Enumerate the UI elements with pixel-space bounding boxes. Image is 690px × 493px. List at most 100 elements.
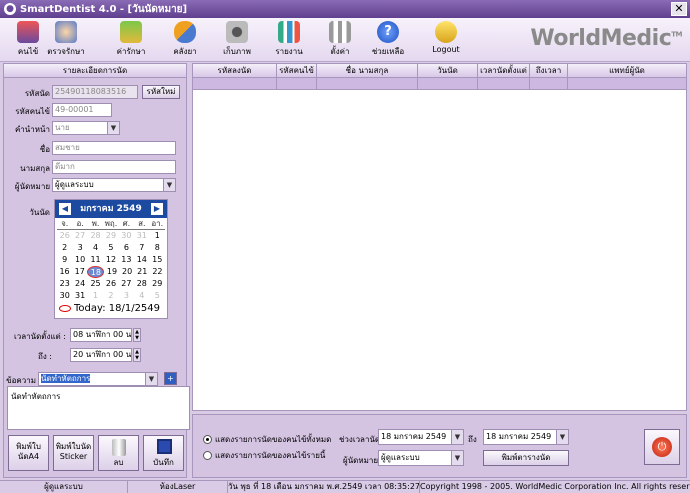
- calendar-day[interactable]: 29: [103, 230, 118, 242]
- calendar-day[interactable]: 25: [88, 278, 103, 290]
- column-header[interactable]: เวลานัดตั้งแต่: [478, 64, 530, 77]
- calendar-day[interactable]: 21: [135, 266, 150, 278]
- calendar-day[interactable]: 4: [134, 290, 149, 302]
- column-header[interactable]: แพทย์ผู้นัด: [568, 64, 686, 77]
- save-button[interactable]: บันทึก: [143, 435, 184, 471]
- calendar-day[interactable]: 2: [57, 242, 72, 254]
- calendar-day-selected[interactable]: 18: [87, 266, 105, 278]
- exit-button[interactable]: ⏻: [644, 429, 680, 465]
- next-month-button[interactable]: ▶: [151, 203, 163, 215]
- prev-month-button[interactable]: ◀: [59, 203, 71, 215]
- period-label: ช่วงเวลานัด: [339, 435, 381, 444]
- calendar[interactable]: ◀ มกราคม 2549 ▶ จ. อ. พ. พฤ. ศ. ส. อา. 2…: [54, 199, 168, 319]
- time-from-field[interactable]: 08 นาฬิกา 00 นาที: [70, 328, 132, 342]
- time-to-spinner[interactable]: ▲ ▼: [133, 348, 141, 362]
- toolbar-help-button[interactable]: ? ช่วยเหลือ: [366, 21, 410, 58]
- time-to-field[interactable]: 20 นาฬิกา 00 นาที: [70, 348, 132, 362]
- patient-id-field[interactable]: 49-00001: [52, 103, 112, 117]
- calendar-day[interactable]: 5: [150, 290, 165, 302]
- to-label: ถึง: [468, 435, 477, 444]
- toolbar-pharmacy-button[interactable]: คลังยา: [163, 21, 207, 58]
- calendar-day[interactable]: 1: [150, 230, 165, 242]
- calendar-week: 9 10 11 12 13 14 15: [57, 254, 165, 266]
- toolbar-settings-button[interactable]: ตั้งค่า: [318, 21, 362, 58]
- table-row[interactable]: [193, 78, 686, 90]
- calendar-day[interactable]: 31: [72, 290, 87, 302]
- calendar-day[interactable]: 12: [103, 254, 118, 266]
- status-datetime: วัน พุธ ที่ 18 เดือน มกราคม พ.ศ.2549 เวล…: [228, 481, 420, 493]
- calendar-day[interactable]: 8: [150, 242, 165, 254]
- calendar-day[interactable]: 26: [57, 230, 72, 242]
- today-link[interactable]: Today: 18/1/2549: [55, 303, 167, 314]
- time-from-spinner[interactable]: ▲ ▼: [133, 328, 141, 342]
- patient-id-row: รหัสคนไข้ 49-00001: [4, 103, 188, 117]
- calendar-day[interactable]: 26: [103, 278, 118, 290]
- column-header[interactable]: วันนัด: [418, 64, 478, 77]
- calendar-day[interactable]: 4: [88, 242, 103, 254]
- toolbar-exam-button[interactable]: ตรวจรักษา: [44, 21, 88, 58]
- calendar-day[interactable]: 29: [150, 278, 165, 290]
- calendar-day[interactable]: 9: [57, 254, 72, 266]
- calendar-day[interactable]: 7: [134, 242, 149, 254]
- toolbar-report-label: รายงาน: [275, 47, 303, 56]
- toolbar-fee-button[interactable]: ค่ารักษา: [109, 21, 153, 58]
- time-from-row: เวลานัดตั้งแต่ : 08 นาฬิกา 00 นาที ▲▼: [4, 328, 188, 342]
- delete-button[interactable]: ลบ: [98, 435, 139, 471]
- calendar-day[interactable]: 22: [150, 266, 165, 278]
- calendar-day[interactable]: 3: [72, 242, 87, 254]
- calendar-day[interactable]: 30: [57, 290, 72, 302]
- message-select[interactable]: นัดทำหัตถการ ▼: [38, 372, 158, 386]
- calendar-day[interactable]: 20: [120, 266, 135, 278]
- calendar-day[interactable]: 13: [119, 254, 134, 266]
- calendar-day[interactable]: 28: [88, 230, 103, 242]
- calendar-day[interactable]: 2: [103, 290, 118, 302]
- column-header[interactable]: รหัสลงนัด: [193, 64, 277, 77]
- calendar-month-title: มกราคม 2549: [80, 204, 142, 214]
- calendar-day[interactable]: 5: [103, 242, 118, 254]
- calendar-day[interactable]: 27: [119, 278, 134, 290]
- calendar-day[interactable]: 30: [119, 230, 134, 242]
- calendar-day[interactable]: 19: [104, 266, 119, 278]
- first-name-field[interactable]: สมชาย: [52, 141, 176, 155]
- calendar-day[interactable]: 10: [72, 254, 87, 266]
- last-name-field[interactable]: ดีมาก: [52, 160, 176, 174]
- new-id-button[interactable]: รหัสใหม่: [142, 85, 180, 99]
- calendar-day[interactable]: 28: [134, 278, 149, 290]
- calendar-day[interactable]: 15: [150, 254, 165, 266]
- title-select[interactable]: นาย ▼: [52, 121, 120, 135]
- calendar-day[interactable]: 24: [72, 278, 87, 290]
- filter-appointer-select[interactable]: ผู้ดูแลระบบ ▼: [378, 450, 464, 466]
- first-name-row: ชื่อ สมชาย: [4, 141, 188, 155]
- radio-show-patient[interactable]: แสดงรายการนัดของคนไข้รายนี้: [203, 449, 325, 462]
- print-a4-button[interactable]: พิมพ์ใบนัดA4: [8, 435, 49, 471]
- toolbar-image-button[interactable]: เก็บภาพ: [215, 21, 259, 58]
- calendar-day[interactable]: 6: [119, 242, 134, 254]
- calendar-day[interactable]: 14: [134, 254, 149, 266]
- appt-id-field[interactable]: 25490118083516: [52, 85, 138, 99]
- weekday-label: พฤ.: [104, 219, 118, 228]
- calendar-day[interactable]: 27: [72, 230, 87, 242]
- close-button[interactable]: ✕: [671, 2, 687, 16]
- calendar-day[interactable]: 11: [88, 254, 103, 266]
- calendar-day[interactable]: 16: [57, 266, 72, 278]
- print-sticker-button[interactable]: พิมพ์ใบนัด Sticker: [53, 435, 94, 471]
- calendar-day[interactable]: 1: [88, 290, 103, 302]
- date-to-select[interactable]: 18 มกราคม 2549 ▼: [483, 429, 569, 445]
- print-schedule-button[interactable]: พิมพ์ตารางนัด: [483, 450, 569, 466]
- memo-textarea[interactable]: นัดทำหัตถการ: [7, 386, 190, 430]
- column-header[interactable]: รหัสคนไข้: [277, 64, 317, 77]
- toolbar-logout-button[interactable]: Logout: [424, 21, 468, 54]
- calendar-day[interactable]: 3: [119, 290, 134, 302]
- toolbar-report-button[interactable]: รายงาน: [267, 21, 311, 58]
- weekday-label: ศ.: [122, 219, 131, 228]
- calendar-day[interactable]: 31: [134, 230, 149, 242]
- radio-show-all[interactable]: แสดงรายการนัดของคนไข้ทั้งหมด: [203, 433, 331, 446]
- calendar-day[interactable]: 17: [72, 266, 87, 278]
- appointer-select[interactable]: ผู้ดูแลระบบ ▼: [52, 178, 176, 192]
- date-from-select[interactable]: 18 มกราคม 2549 ▼: [378, 429, 464, 445]
- add-message-button[interactable]: +: [164, 372, 177, 385]
- toolbar-pharmacy-label: คลังยา: [173, 47, 197, 56]
- calendar-day[interactable]: 23: [57, 278, 72, 290]
- column-header[interactable]: ชื่อ นามสกุล: [317, 64, 418, 77]
- column-header[interactable]: ถึงเวลา: [530, 64, 568, 77]
